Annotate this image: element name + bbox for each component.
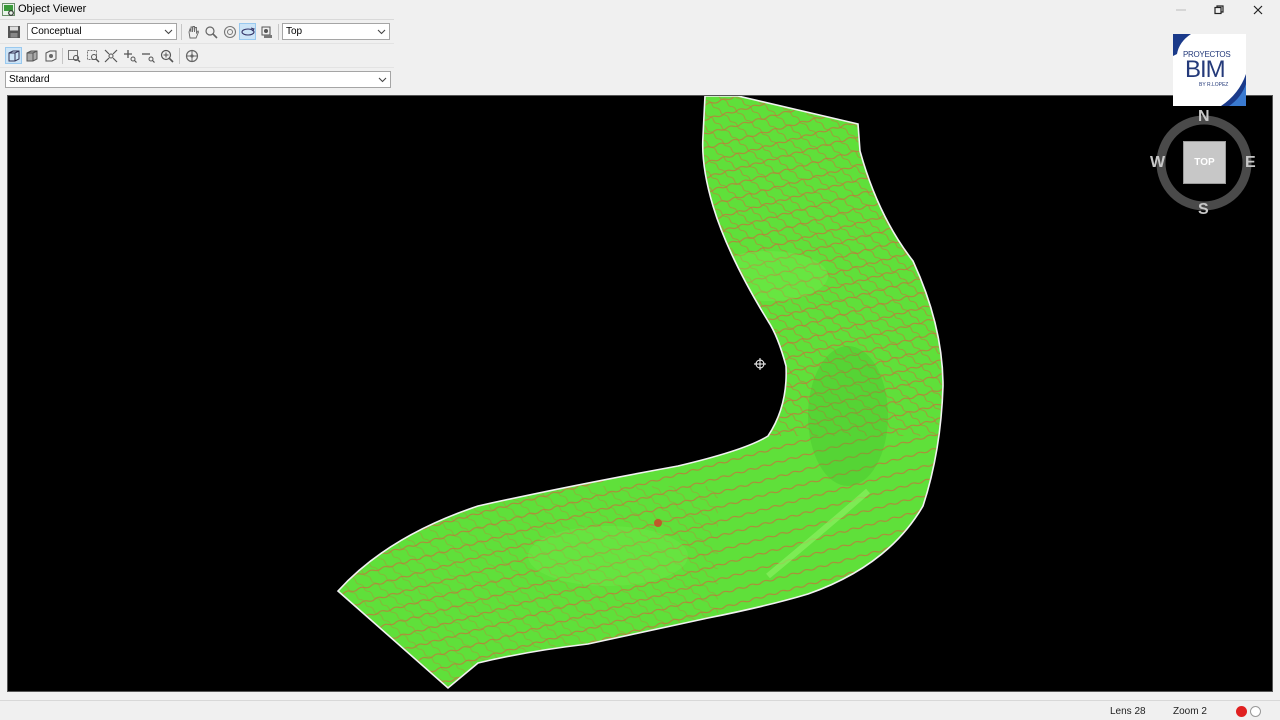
shaded-view-icon — [26, 50, 37, 61]
chevron-down-icon — [377, 29, 386, 35]
free-orbit-icon — [240, 27, 255, 36]
chevron-down-icon — [164, 29, 173, 35]
3d-viewport[interactable] — [7, 95, 1273, 692]
zoom-out-button[interactable] — [139, 47, 156, 64]
zoom-icon — [204, 25, 218, 39]
box-view-icon — [8, 50, 19, 61]
terrain-surface-scene — [336, 96, 944, 690]
save-button[interactable] — [5, 23, 22, 40]
close-button[interactable] — [1239, 0, 1277, 19]
logo-line-3: BY R.LOPEZ — [1199, 82, 1229, 88]
title-bar: Object Viewer — [0, 0, 1280, 19]
terrain-surface — [338, 96, 943, 688]
orbit-icon — [223, 25, 236, 38]
style-select-value: Standard — [9, 74, 50, 85]
zoom-extents-icon — [86, 49, 99, 62]
zoom-window-button[interactable] — [65, 47, 82, 64]
camera-view-icon — [45, 50, 56, 61]
object-viewer-window: Object Viewer Conceptual Top Standard PR… — [0, 0, 1280, 720]
toolbar-divider — [0, 67, 394, 68]
compass-west[interactable]: W — [1150, 154, 1165, 172]
view-cube-top-face[interactable]: TOP — [1183, 141, 1226, 184]
save-icon — [7, 25, 20, 38]
minimize-button[interactable] — [1162, 0, 1200, 19]
zoom-extents-button[interactable] — [84, 47, 101, 64]
camera-button[interactable] — [258, 23, 275, 40]
proyectos-bim-logo: PROYECTOS BIM BY R.LOPEZ — [1173, 34, 1246, 106]
status-bar: Lens 28 Zoom 2 — [0, 700, 1280, 720]
pan-icon — [188, 25, 199, 38]
orbit-button[interactable] — [221, 23, 238, 40]
restore-button[interactable] — [1200, 0, 1238, 19]
toolbar-row-1: Conceptual Top — [0, 21, 394, 43]
camera-icon — [261, 26, 272, 38]
toolbar-separator — [278, 24, 279, 40]
zoom-realtime-button[interactable] — [158, 47, 175, 64]
steering-wheel-button[interactable] — [183, 47, 200, 64]
zoom-out-icon — [141, 52, 155, 63]
compass-east[interactable]: E — [1245, 154, 1256, 172]
view-cube[interactable]: N S E W TOP — [1150, 108, 1258, 219]
zoom-in-icon — [123, 49, 137, 63]
restore-icon — [1214, 4, 1224, 14]
idle-indicator-icon[interactable] — [1250, 706, 1261, 717]
lens-status: Lens 28 — [1110, 706, 1146, 717]
style-select[interactable]: Standard — [5, 71, 391, 88]
view-cube-face-label: TOP — [1194, 157, 1215, 168]
logo-line-2: BIM — [1185, 56, 1226, 83]
toolbar-separator — [179, 48, 180, 64]
shaded-view-button[interactable] — [23, 47, 40, 64]
zoom-window-icon — [67, 49, 80, 62]
camera-view-button[interactable] — [42, 47, 59, 64]
record-indicator-icon[interactable] — [1236, 706, 1247, 717]
compass-south[interactable]: S — [1198, 201, 1209, 219]
compass-north[interactable]: N — [1198, 108, 1210, 126]
zoom-in-button[interactable] — [121, 47, 138, 64]
orbit-cursor-icon — [754, 358, 766, 370]
toolbar-separator — [181, 24, 182, 40]
view-direction-value: Top — [286, 26, 303, 37]
toolbar-divider — [0, 19, 394, 20]
window-title: Object Viewer — [18, 3, 87, 15]
zoom-realtime-icon — [160, 49, 174, 63]
chevron-down-icon — [378, 77, 387, 83]
close-icon — [1253, 5, 1263, 14]
visual-style-value: Conceptual — [31, 26, 82, 37]
toolbar-row-2 — [0, 45, 394, 67]
zoom-object-button[interactable] — [102, 47, 119, 64]
zoom-object-icon — [104, 49, 117, 62]
zoom-status: Zoom 2 — [1173, 706, 1207, 717]
toolbar-divider — [0, 43, 394, 44]
minimize-icon — [1176, 9, 1186, 10]
object-viewer-icon — [2, 3, 15, 16]
free-orbit-button[interactable] — [239, 23, 256, 40]
visual-style-select[interactable]: Conceptual — [27, 23, 177, 40]
view-direction-select[interactable]: Top — [282, 23, 390, 40]
box-view-button[interactable] — [5, 47, 22, 64]
zoom-button[interactable] — [202, 23, 219, 40]
toolbar-separator — [62, 48, 63, 64]
steering-wheel-icon — [185, 49, 198, 62]
pan-button[interactable] — [184, 23, 201, 40]
